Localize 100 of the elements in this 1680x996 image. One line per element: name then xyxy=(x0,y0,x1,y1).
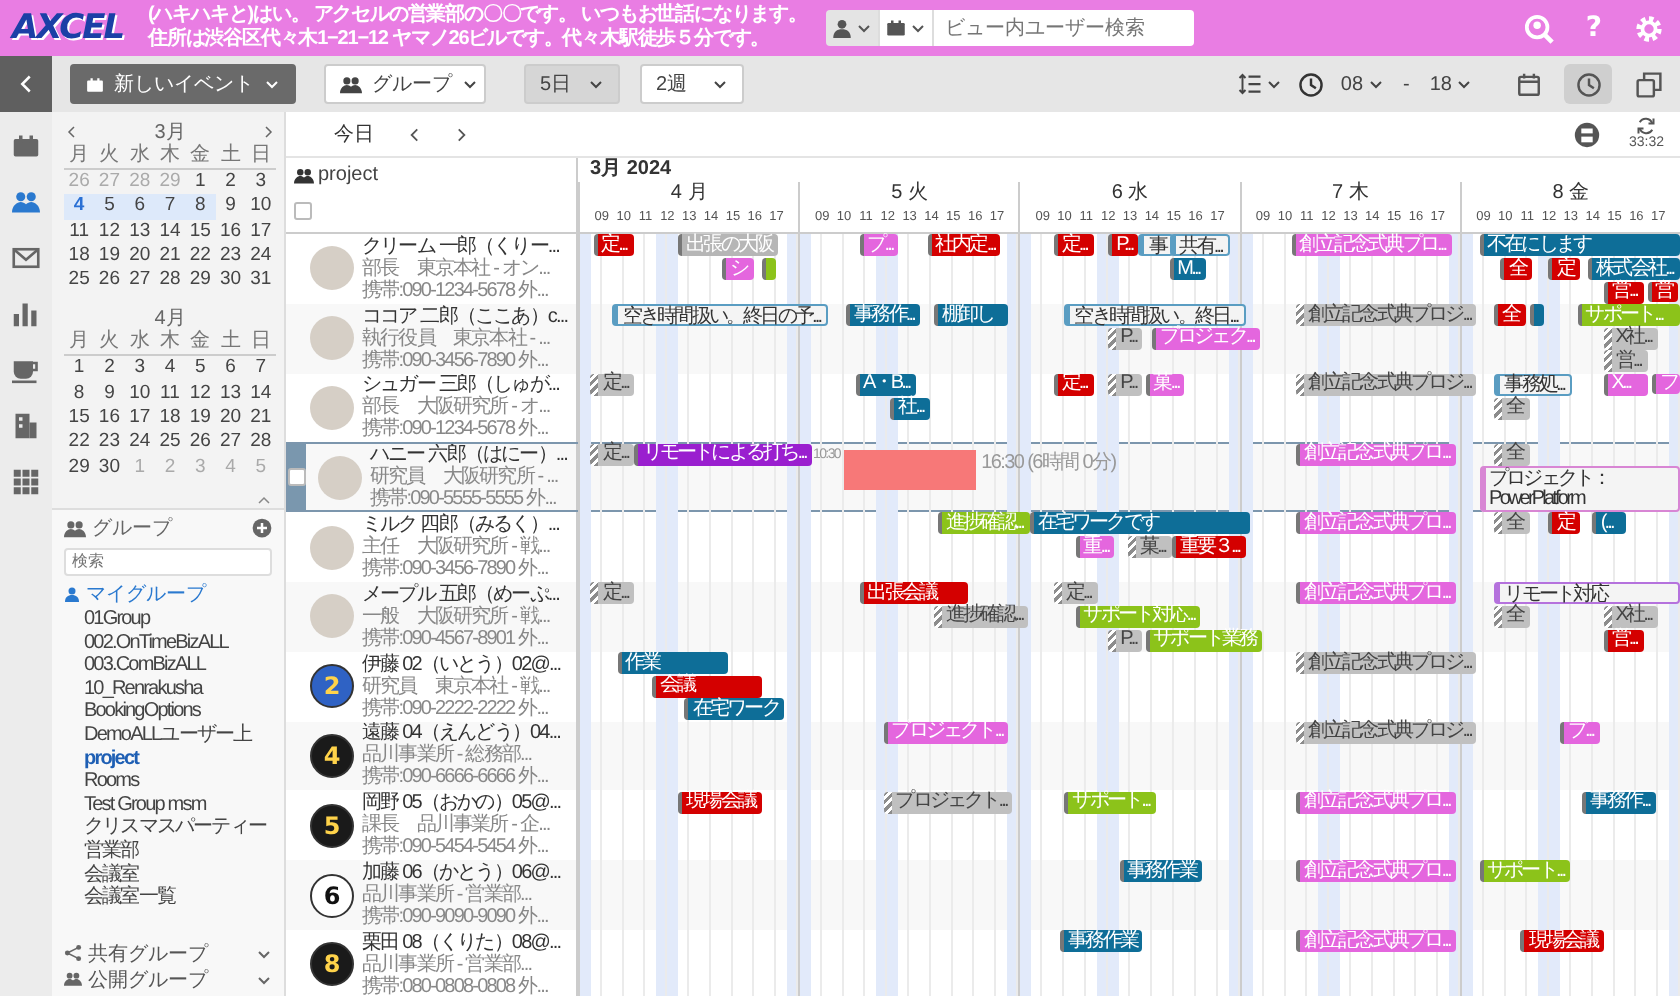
event-bar[interactable] xyxy=(761,258,776,280)
calendar-day[interactable]: 26 xyxy=(185,430,216,456)
event-bar[interactable]: 菓... xyxy=(1127,536,1172,559)
start-hour-dropdown[interactable]: 08 xyxy=(1336,73,1388,95)
select-all-checkbox[interactable] xyxy=(294,202,312,220)
calendar-day[interactable]: 4 xyxy=(64,194,95,220)
group-item[interactable]: Rooms xyxy=(64,770,272,794)
event-bar[interactable]: 定... xyxy=(590,582,635,605)
event-bar[interactable]: 作業 xyxy=(617,652,729,675)
event-bar[interactable]: 在宅ワーク xyxy=(684,698,785,721)
logo[interactable]: AXCEL xyxy=(12,8,136,48)
event-bar[interactable]: 進捗確認... xyxy=(933,605,1029,628)
calendar-day[interactable]: 11 xyxy=(154,381,186,407)
calendar-day[interactable]: 19 xyxy=(185,406,216,431)
event-bar[interactable]: 空き時間扱い。終日の予... xyxy=(612,304,829,327)
calendar-icon[interactable] xyxy=(12,132,40,160)
user-name[interactable]: 栗田 08（くりた）08@... xyxy=(362,931,561,954)
event-bar[interactable]: 定... xyxy=(590,373,635,396)
weeks-dropdown[interactable]: 2週 xyxy=(640,64,744,104)
calendar-day[interactable]: 23 xyxy=(215,243,246,269)
calendar-day[interactable]: 29 xyxy=(64,455,95,480)
calendar-day[interactable]: 21 xyxy=(154,243,186,269)
event-bar[interactable]: 社内定... xyxy=(927,234,1001,257)
event-bar[interactable]: 創立記念式典プロジ... xyxy=(1295,721,1477,744)
calendar-day[interactable]: 28 xyxy=(154,268,186,293)
event-bar[interactable]: 棚卸し xyxy=(933,304,1008,327)
group-item[interactable]: 003.ComBizALL xyxy=(64,654,272,678)
calendar-day[interactable]: 6 xyxy=(124,194,155,220)
event-bar[interactable]: P... xyxy=(1108,327,1143,350)
event-bar[interactable]: 事務作業 xyxy=(1119,860,1202,883)
calendar-day[interactable]: 17 xyxy=(124,406,155,431)
event-bar[interactable]: 定... xyxy=(1053,234,1094,257)
calendar-day[interactable]: 9 xyxy=(215,194,246,220)
user-row[interactable]: 8 栗田 08（くりた）08@... 品川事業所 - 営業部... 携帯:080-0808-0808 外... 事務作業 創立記念式典プロ... 現場会議 xyxy=(286,929,1680,996)
event-bar[interactable]: 共有... xyxy=(1169,234,1230,257)
event-bar[interactable]: 在宅ワークです xyxy=(1029,512,1251,535)
group-item[interactable]: DemoALLユーザー上 xyxy=(64,723,272,748)
building-icon[interactable] xyxy=(12,412,40,440)
user-name[interactable]: ココア 二郎（ここあ）c... xyxy=(362,305,568,328)
previous-month-icon[interactable] xyxy=(64,123,80,139)
user-row[interactable]: ミルク 四郎（みるく）... 主任 大阪研究所 - 戦... 携帯:090-3456-7890 外... 進捗確認... 在宅ワークです 重... 菓... 重要３... 創立記念式典プロ... 全 定 (... xyxy=(286,512,1680,582)
user-name[interactable]: ミルク 四郎（みるく）... xyxy=(362,514,560,537)
grid-icon[interactable] xyxy=(12,468,40,496)
event-bar[interactable]: 全 xyxy=(1500,258,1533,280)
calendar-day[interactable]: 22 xyxy=(64,430,95,456)
event-bar[interactable]: 事 xyxy=(1138,234,1174,257)
calendar-day[interactable]: 10 xyxy=(124,381,155,407)
category-filter-dropdown[interactable] xyxy=(880,10,935,46)
event-bar[interactable] xyxy=(1529,304,1544,327)
calendar-day[interactable]: 28 xyxy=(245,430,276,456)
calendar-day[interactable]: 23 xyxy=(94,430,125,456)
user-name[interactable]: 加藤 06（かとう）06@... xyxy=(362,862,561,885)
calendar-day[interactable]: 8 xyxy=(64,381,95,407)
event-bar[interactable]: P... xyxy=(1108,234,1139,257)
bar-chart-icon[interactable] xyxy=(12,300,40,328)
event-bar[interactable]: 事務処... xyxy=(1494,373,1573,396)
event-bar[interactable]: 定... xyxy=(593,234,635,257)
shared-groups-label[interactable]: 共有グループ xyxy=(88,939,208,967)
event-bar[interactable]: プロジェクト... xyxy=(883,791,1013,814)
event-bar[interactable]: 重要３... xyxy=(1171,536,1246,559)
calendar-day[interactable]: 8 xyxy=(185,194,216,220)
event-bar[interactable]: リモートによる打ち... xyxy=(634,443,812,466)
calendar-day[interactable]: 12 xyxy=(185,381,216,407)
calendar-day[interactable]: 15 xyxy=(64,406,95,431)
event-bar[interactable]: 定... xyxy=(590,443,635,466)
group-item[interactable]: Test Group msm xyxy=(64,793,272,817)
days-dropdown[interactable]: 5日 xyxy=(524,64,620,104)
calendar-day[interactable]: 16 xyxy=(215,219,246,244)
group-item[interactable]: 営業部 xyxy=(64,839,272,863)
calendar-day[interactable]: 24 xyxy=(124,430,155,456)
group-item[interactable]: project xyxy=(64,747,272,771)
calendar-day[interactable]: 19 xyxy=(94,243,125,269)
user-filter-dropdown[interactable] xyxy=(826,10,881,46)
group-item[interactable]: 002.OnTimeBizALL xyxy=(64,631,272,655)
my-group-label[interactable]: マイグループ xyxy=(86,580,206,609)
user-name[interactable]: 遠藤 04（えんどう）04... xyxy=(362,722,560,745)
calendar-day[interactable]: 5 xyxy=(185,356,216,382)
event-bar[interactable]: M... xyxy=(1169,258,1206,280)
calendar-day[interactable]: 18 xyxy=(154,406,186,431)
mail-icon[interactable] xyxy=(12,244,40,272)
user-name[interactable]: クリーム 一郎（くりー... xyxy=(362,235,560,258)
group-item[interactable]: クリスマスパーティー xyxy=(64,816,272,840)
group-item[interactable]: 会議室一覧 xyxy=(64,886,272,910)
today-button[interactable]: 今日 xyxy=(330,120,378,148)
user-name[interactable]: 岡野 05（おかの）05@... xyxy=(362,792,561,815)
calendar-day[interactable]: 25 xyxy=(64,268,95,293)
event-bar[interactable]: 空き時間扱い。終日... xyxy=(1064,304,1246,327)
calendar-day[interactable]: 20 xyxy=(215,406,246,431)
calendar-day[interactable]: 10 xyxy=(245,194,276,220)
calendar-day[interactable]: 12 xyxy=(94,219,125,244)
event-bar[interactable]: X社... xyxy=(1603,605,1658,628)
event-bar[interactable]: 現場会議 xyxy=(1520,930,1604,953)
event-bar[interactable]: 全 xyxy=(1494,397,1530,420)
event-bar[interactable]: 定 xyxy=(1548,512,1581,535)
event-bar[interactable]: 営... xyxy=(1603,350,1648,373)
calendar-day[interactable]: 13 xyxy=(215,381,246,407)
people-icon[interactable] xyxy=(12,188,40,216)
user-name[interactable]: シュガー 三郎（しゅが... xyxy=(362,374,560,397)
group-item[interactable]: BookingOptions xyxy=(64,700,272,724)
event-bar[interactable]: 全 xyxy=(1494,605,1530,628)
